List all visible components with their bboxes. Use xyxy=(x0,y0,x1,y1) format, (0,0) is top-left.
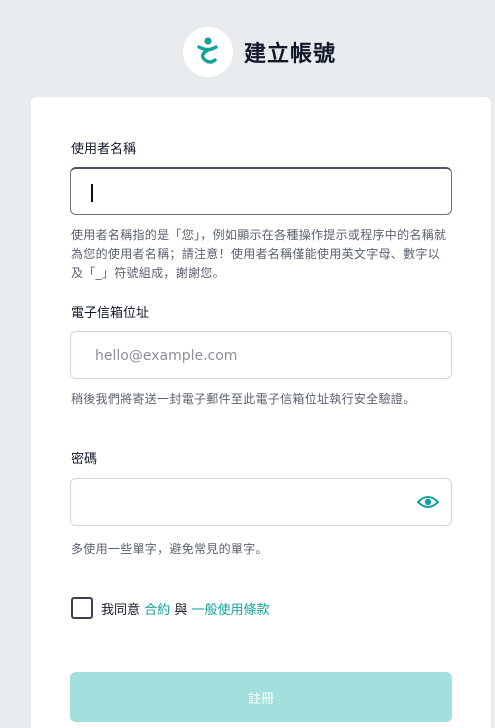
username-label: 使用者名稱 xyxy=(71,142,137,157)
header: 建立帳號 xyxy=(0,0,495,98)
agreement-text: 我同意 合約 與 一般使用條款 xyxy=(101,599,269,618)
email-help-text: 稍後我們將寄送一封電子郵件至此電子信箱位址執行安全驗證。 xyxy=(71,392,416,406)
text-caret xyxy=(91,184,93,202)
brand-logo-icon xyxy=(183,27,233,77)
password-help-text: 多使用一些單字，避免常見的單字。 xyxy=(71,542,268,556)
username-help-text: 使用者名稱指的是「您」，例如顯示在各種操作提示或程序中的名稱就為您的使用者名稱；… xyxy=(71,228,447,280)
eye-icon[interactable] xyxy=(416,494,440,514)
agreement-conjunction: 與 xyxy=(174,603,188,618)
email-input[interactable]: hello@example.com xyxy=(70,331,452,379)
page-title: 建立帳號 xyxy=(244,42,337,67)
register-button[interactable]: 註冊 xyxy=(70,672,452,722)
password-input[interactable] xyxy=(70,478,452,526)
agree-checkbox[interactable] xyxy=(71,597,93,619)
password-label: 密碼 xyxy=(71,452,98,467)
email-placeholder: hello@example.com xyxy=(95,348,238,364)
policy-link[interactable]: 一般使用條款 xyxy=(191,603,269,618)
terms-link[interactable]: 合約 xyxy=(144,603,170,618)
email-label: 電子信箱位址 xyxy=(71,306,150,321)
username-input[interactable] xyxy=(70,167,452,215)
agreement-prefix: 我同意 xyxy=(101,603,141,618)
